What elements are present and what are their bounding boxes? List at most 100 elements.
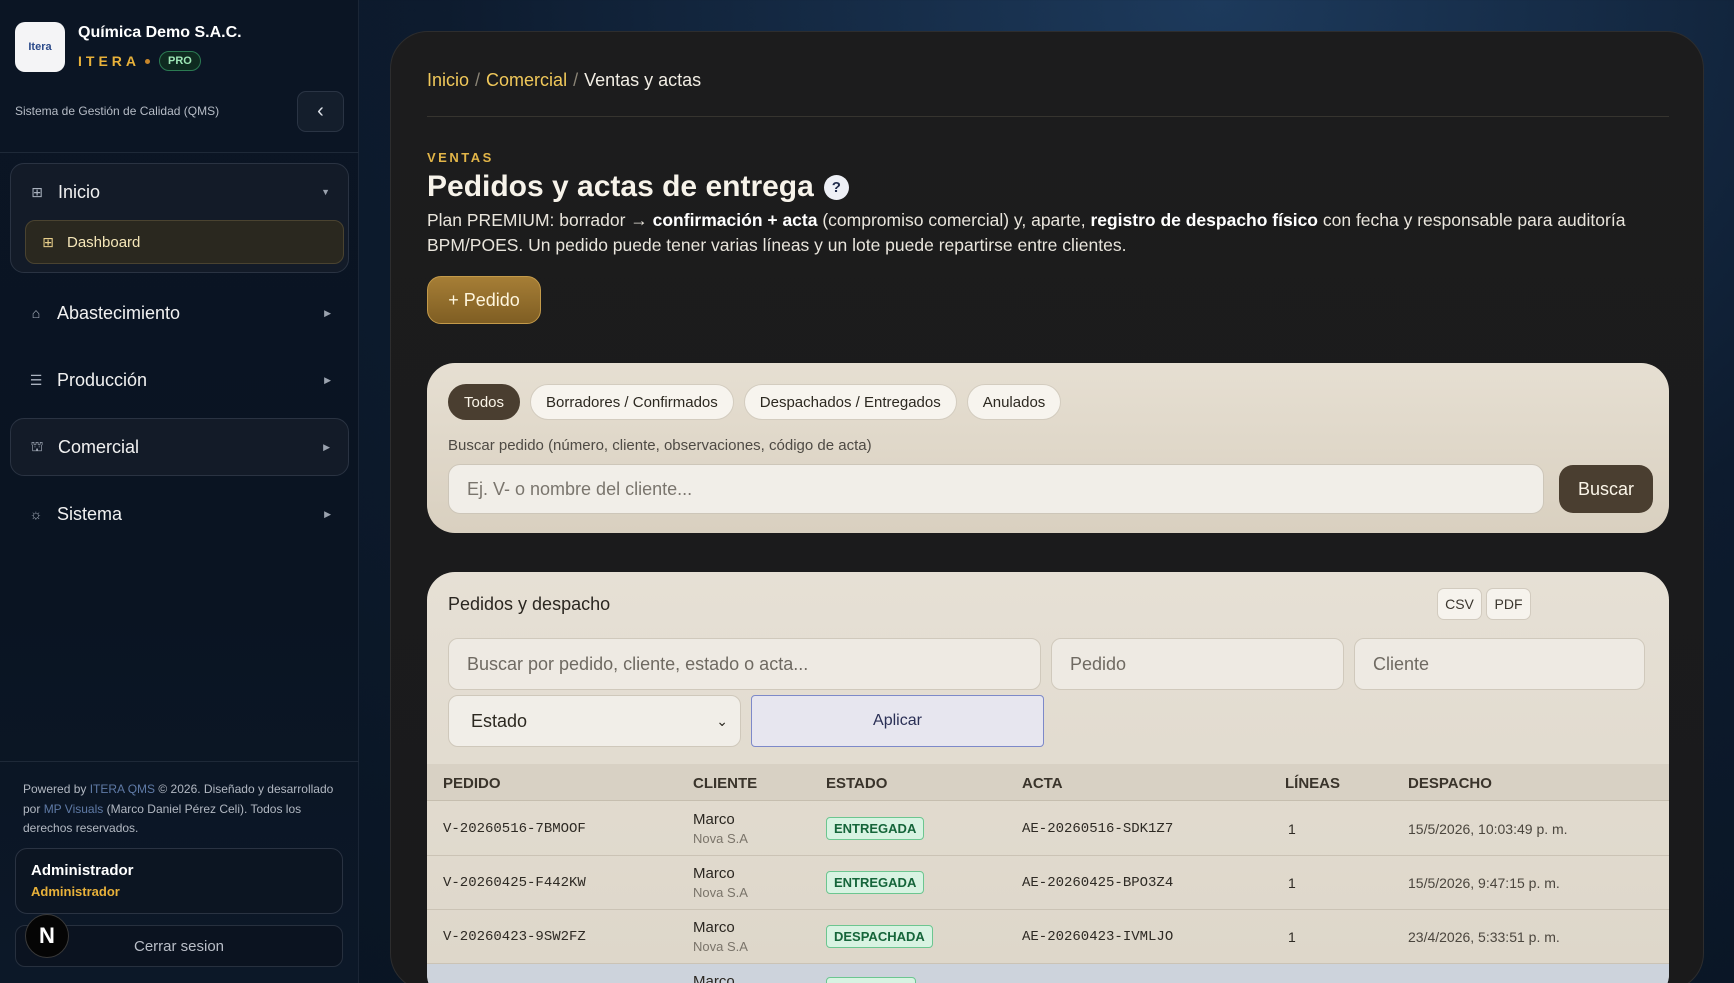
column-header-pedido[interactable]: PEDIDO xyxy=(443,775,501,792)
column-header-acta[interactable]: ACTA xyxy=(1022,775,1063,792)
acta-code[interactable]: AE-20260516-SDK1Z7 xyxy=(1022,821,1173,837)
table-row[interactable]: V-20260516-7BMOOF Marco Nova S.A ENTREGA… xyxy=(427,802,1669,856)
grid-icon: ⊞ xyxy=(31,183,43,200)
gear-icon: ☼ xyxy=(29,506,43,522)
main-panel: Inicio / Comercial / Ventas y actas VENT… xyxy=(390,31,1704,983)
tab-borradores-confirmados[interactable]: Borradores / Confirmados xyxy=(530,384,734,420)
search-button[interactable]: Buscar xyxy=(1559,465,1653,513)
footer-credits: Powered by ITERA QMS © 2026. Diseñado y … xyxy=(23,780,338,839)
nav-item-inicio[interactable]: ⊞ Inicio ▼ xyxy=(11,164,348,220)
user-card[interactable]: Administrador Administrador xyxy=(15,848,343,914)
desc-bold: confirmación + acta xyxy=(652,210,818,230)
tab-todos[interactable]: Todos xyxy=(448,384,521,420)
nav-group-inicio: ⊞ Inicio ▼ ⊞ Dashboard xyxy=(10,163,349,273)
nav-label: Sistema xyxy=(57,503,123,524)
breadcrumb-current: Ventas y actas xyxy=(584,70,702,90)
status-select[interactable]: Estado ⌄ xyxy=(448,695,741,747)
column-header-lineas[interactable]: LÍNEAS xyxy=(1285,775,1340,792)
chevron-left-icon: ‹ xyxy=(317,100,324,122)
table-row[interactable]: V-20260423-9SW2FZ Marco Nova S.A DESPACH… xyxy=(427,910,1669,964)
column-header-estado[interactable]: ESTADO xyxy=(826,775,887,792)
caret-right-icon: ▶ xyxy=(324,508,331,519)
caret-right-icon: ▶ xyxy=(324,307,331,318)
page-description: Plan PREMIUM: borrador → confirmación + … xyxy=(427,208,1627,258)
acta-code[interactable]: AE-20260423-IVMLJO xyxy=(1022,929,1173,945)
caret-down-icon: ▼ xyxy=(321,187,330,197)
table-search-input[interactable] xyxy=(448,638,1041,690)
company-logo[interactable]: Itera xyxy=(15,22,65,72)
order-number[interactable]: V-20260516-7BMOOF xyxy=(443,821,586,837)
table-row[interactable]: Marco xyxy=(427,964,1669,983)
column-header-cliente[interactable]: CLIENTE xyxy=(693,775,757,792)
breadcrumb: Inicio / Comercial / Ventas y actas xyxy=(427,70,701,91)
user-name: Administrador xyxy=(31,862,134,879)
nav-item-comercial[interactable]: ⛫ Comercial ▶ xyxy=(11,419,348,475)
tab-anulados[interactable]: Anulados xyxy=(966,384,1062,420)
credits-text: Powered by xyxy=(23,782,90,796)
page-eyebrow: VENTAS xyxy=(427,150,494,165)
client-company: Nova S.A xyxy=(693,939,748,954)
client-cell: Marco Nova S.A xyxy=(693,865,748,900)
client-name: Marco xyxy=(693,919,735,936)
export-pdf-button[interactable]: PDF xyxy=(1486,588,1531,620)
nav-group-comercial: ⛫ Comercial ▶ xyxy=(10,418,349,476)
desc-text: (compromiso comercial) y, aparte, xyxy=(817,210,1091,230)
client-company: Nova S.A xyxy=(693,885,748,900)
tab-despachados-entregados[interactable]: Despachados / Entregados xyxy=(743,384,957,420)
desc-bold: registro de despacho físico xyxy=(1090,210,1318,230)
nav-label: Producción xyxy=(57,369,148,390)
nav-item-dashboard[interactable]: ⊞ Dashboard xyxy=(25,220,344,264)
status-badge: ENTREGADA xyxy=(826,871,925,894)
status-select-value: Estado xyxy=(471,710,528,731)
client-cell: Marco Nova S.A xyxy=(693,919,748,954)
collapse-sidebar-button[interactable]: ‹ xyxy=(297,91,344,132)
help-icon[interactable]: ? xyxy=(823,174,849,200)
export-csv-button[interactable]: CSV xyxy=(1437,588,1482,620)
client-cell: Marco xyxy=(693,973,735,983)
page-title: Pedidos y actas de entrega ? xyxy=(427,170,849,204)
breadcrumb-home[interactable]: Inicio xyxy=(427,70,469,91)
page-title-text: Pedidos y actas de entrega xyxy=(427,170,814,203)
client-name: Marco xyxy=(693,973,735,983)
column-header-despacho[interactable]: DESPACHO xyxy=(1408,775,1492,792)
table-row[interactable]: V-20260425-F442KW Marco Nova S.A ENTREGA… xyxy=(427,856,1669,910)
nav-item-produccion[interactable]: ☰ Producción ▶ xyxy=(10,352,349,408)
dispatch-date: 15/5/2026, 10:03:49 p. m. xyxy=(1408,821,1568,837)
client-company: Nova S.A xyxy=(693,831,748,846)
brand-text: Química Demo S.A.C. ITERA PRO xyxy=(78,22,242,71)
breadcrumb-section[interactable]: Comercial xyxy=(486,70,567,91)
line-count: 1 xyxy=(1288,875,1296,891)
apply-filters-button[interactable]: Aplicar xyxy=(751,695,1044,747)
nav-item-abastecimiento[interactable]: ⌂ Abastecimiento ▶ xyxy=(10,285,349,341)
sidebar-footer-divider xyxy=(0,761,359,762)
plan-badge: PRO xyxy=(159,51,201,71)
caret-right-icon: ▶ xyxy=(324,374,331,385)
store-icon: ⛫ xyxy=(30,437,44,454)
brand: Itera Química Demo S.A.C. ITERA PRO xyxy=(15,22,242,72)
caret-right-icon: ▶ xyxy=(323,441,330,452)
status-badge: DESPACHADA xyxy=(826,925,933,948)
status-badge xyxy=(826,977,916,983)
nav-label: Dashboard xyxy=(67,233,141,251)
desc-text: Plan PREMIUM: borrador → xyxy=(427,210,653,230)
order-filter-input[interactable] xyxy=(1051,638,1344,690)
nav-label: Abastecimiento xyxy=(57,302,181,323)
developer-link[interactable]: MP Visuals xyxy=(44,802,104,816)
order-number[interactable]: V-20260425-F442KW xyxy=(443,875,586,891)
order-number[interactable]: V-20260423-9SW2FZ xyxy=(443,929,586,945)
add-order-button[interactable]: + Pedido xyxy=(427,276,541,324)
status-badge: ENTREGADA xyxy=(826,817,925,840)
sidebar-divider xyxy=(0,152,359,153)
sidebar: Itera Química Demo S.A.C. ITERA PRO Sist… xyxy=(0,0,359,983)
acta-code[interactable]: AE-20260425-BPO3Z4 xyxy=(1022,875,1173,891)
nav-item-sistema[interactable]: ☼ Sistema ▶ xyxy=(10,486,349,542)
grid-icon: ⊞ xyxy=(42,233,54,250)
header-divider xyxy=(427,116,1669,117)
nav-group-sistema: ☼ Sistema ▶ xyxy=(10,486,349,542)
next-logo-icon[interactable]: N xyxy=(25,914,69,958)
order-search-input[interactable] xyxy=(448,464,1544,514)
production-icon: ☰ xyxy=(29,371,43,388)
line-count: 1 xyxy=(1288,821,1296,837)
client-filter-input[interactable] xyxy=(1354,638,1645,690)
itera-link[interactable]: ITERA QMS xyxy=(90,782,155,796)
